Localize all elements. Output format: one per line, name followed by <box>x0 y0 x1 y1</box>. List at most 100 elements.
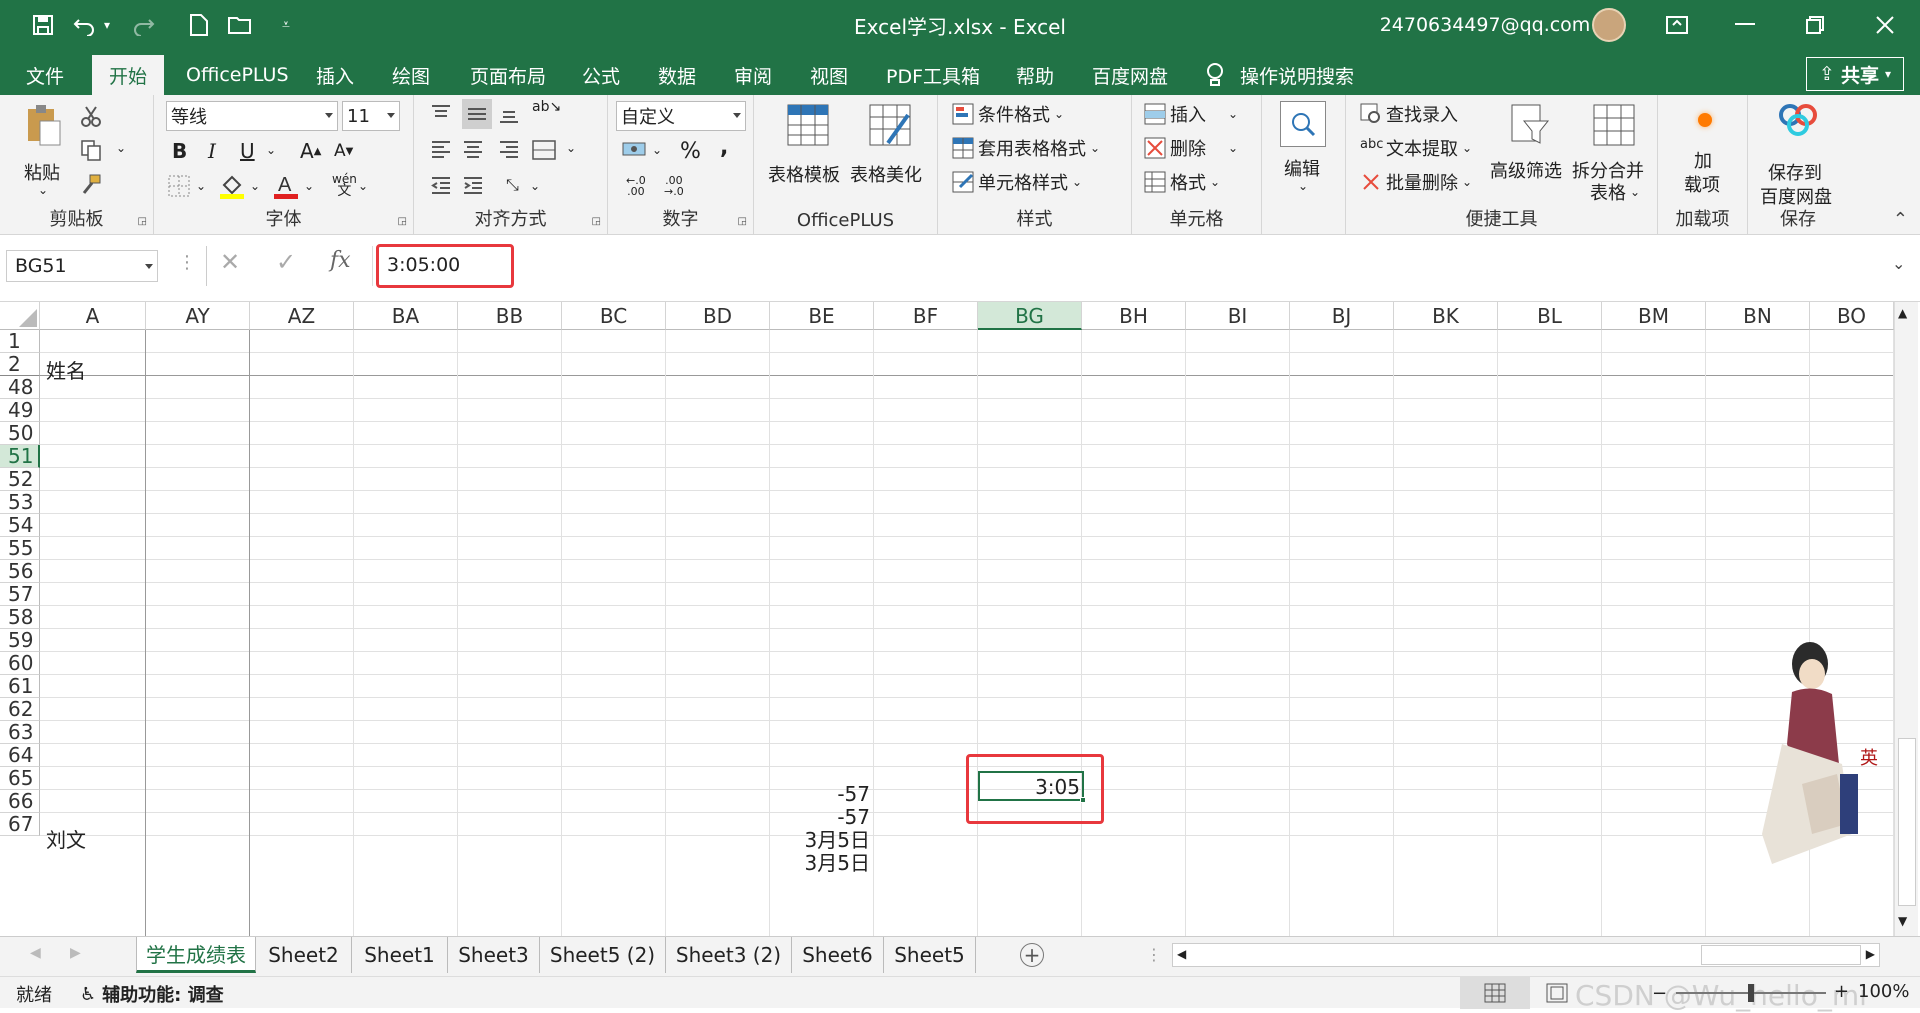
tab-home[interactable]: 开始 <box>92 55 164 95</box>
row-header-67[interactable]: 67 <box>0 813 40 836</box>
column-header-az[interactable]: AZ <box>250 302 354 330</box>
chevron-down-icon[interactable]: ⌄ <box>652 143 662 157</box>
row-header-55[interactable]: 55 <box>0 537 40 560</box>
number-format-select[interactable]: 自定义 <box>616 101 746 131</box>
fill-color-icon[interactable] <box>220 173 244 203</box>
dialog-launcher-icon[interactable]: ◲ <box>738 216 747 227</box>
table-beautify-button[interactable]: 表格美化 <box>850 103 930 186</box>
dialog-launcher-icon[interactable]: ◲ <box>398 216 407 227</box>
decrease-decimal-icon[interactable]: .00 →.0 <box>664 175 684 197</box>
row-header-59[interactable]: 59 <box>0 629 40 652</box>
underline-dropdown-icon[interactable]: ⌄ <box>266 143 276 157</box>
row-header-50[interactable]: 50 <box>0 422 40 445</box>
row-header-51[interactable]: 51 <box>0 445 40 468</box>
find-entry-button[interactable]: 查找录入 <box>1360 101 1458 127</box>
row-header-58[interactable]: 58 <box>0 606 40 629</box>
tab-data[interactable]: 数据 <box>644 57 710 93</box>
tab-review[interactable]: 审阅 <box>720 57 786 93</box>
font-name-select[interactable]: 等线 <box>166 101 338 131</box>
minimize-icon[interactable] <box>1730 10 1760 40</box>
column-header-bd[interactable]: BD <box>666 302 770 330</box>
column-header-bo[interactable]: BO <box>1810 302 1894 330</box>
sheet-tab-2[interactable]: Sheet2 <box>256 937 352 973</box>
undo-dropdown-icon[interactable]: ▾ <box>100 10 114 40</box>
increase-font-icon[interactable]: A ▲ <box>300 139 321 163</box>
tab-officeplus[interactable]: OfficePLUS <box>172 57 303 93</box>
zoom-slider[interactable] <box>1676 984 1826 1002</box>
tell-me-search[interactable]: 操作说明搜索 <box>1196 57 1368 93</box>
scroll-right-icon[interactable]: ▶ <box>1866 947 1875 961</box>
tab-splitter-icon[interactable]: ⋮ <box>1146 945 1162 964</box>
italic-button[interactable]: I <box>208 139 216 163</box>
undo-icon[interactable] <box>70 10 100 40</box>
conditional-format-button[interactable]: 条件格式 ⌄ <box>952 101 1064 127</box>
tab-baidu-netdisk[interactable]: 百度网盘 <box>1078 57 1182 93</box>
copy-dropdown-icon[interactable]: ⌄ <box>116 141 126 155</box>
expand-formula-icon[interactable]: ⌄ <box>1892 254 1905 273</box>
name-box[interactable]: BG51 <box>6 250 158 282</box>
table-template-button[interactable]: 表格模板 <box>768 103 848 186</box>
add-sheet-icon[interactable]: + <box>1020 943 1044 967</box>
wrap-text-icon[interactable] <box>532 139 556 165</box>
scroll-left-icon[interactable]: ◀ <box>1177 947 1186 961</box>
decrease-indent-icon[interactable] <box>430 175 452 201</box>
column-header-bc[interactable]: BC <box>562 302 666 330</box>
align-left-icon[interactable] <box>430 139 452 165</box>
restore-icon[interactable] <box>1800 10 1830 40</box>
copy-icon[interactable] <box>80 139 102 165</box>
tab-file[interactable]: 文件 <box>12 57 78 93</box>
borders-icon[interactable] <box>168 175 190 201</box>
column-header-bm[interactable]: BM <box>1602 302 1706 330</box>
save-icon[interactable] <box>28 10 58 40</box>
tab-formulas[interactable]: 公式 <box>568 57 634 93</box>
tab-pdf-tools[interactable]: PDF工具箱 <box>872 57 994 93</box>
sheet-tab-1[interactable]: 学生成绩表 <box>136 937 256 973</box>
decrease-font-icon[interactable]: A ▼ <box>334 141 353 161</box>
column-header-bk[interactable]: BK <box>1394 302 1498 330</box>
cell-a53[interactable]: 刘文 <box>46 827 86 854</box>
row-header-48[interactable]: 48 <box>0 376 40 399</box>
column-header-bj[interactable]: BJ <box>1290 302 1394 330</box>
chevron-down-icon[interactable]: ⌄ <box>250 179 260 193</box>
enter-icon[interactable]: ✓ <box>276 248 296 276</box>
row-header-53[interactable]: 53 <box>0 491 40 514</box>
cancel-icon[interactable]: ✕ <box>220 248 240 276</box>
column-header-bl[interactable]: BL <box>1498 302 1602 330</box>
row-header-66[interactable]: 66 <box>0 790 40 813</box>
zoom-out-icon[interactable]: − <box>1652 983 1667 1004</box>
row-header-65[interactable]: 65 <box>0 767 40 790</box>
scroll-thumb[interactable] <box>1898 738 1916 906</box>
vertical-scrollbar[interactable]: ▲ ▼ <box>1894 302 1918 936</box>
row-header-61[interactable]: 61 <box>0 675 40 698</box>
select-all-corner[interactable] <box>0 302 40 330</box>
zoom-level[interactable]: 100% <box>1858 981 1909 1002</box>
horizontal-scrollbar[interactable]: ◀ ▶ <box>1172 943 1880 967</box>
increase-decimal-icon[interactable]: ←.0.00 <box>626 175 646 197</box>
dialog-launcher-icon[interactable]: ◲ <box>138 216 147 227</box>
horizontal-scroll-thumb[interactable] <box>1701 945 1861 965</box>
share-button[interactable]: ⇪ 共享 ▾ <box>1806 57 1904 91</box>
open-folder-icon[interactable] <box>226 10 256 40</box>
cell-a2[interactable]: 姓名 <box>46 358 86 385</box>
bold-button[interactable]: B <box>172 139 187 163</box>
column-header-ba[interactable]: BA <box>354 302 458 330</box>
close-icon[interactable] <box>1870 10 1900 40</box>
cell-styles-button[interactable]: 单元格样式 ⌄ <box>952 169 1082 195</box>
cell-be54[interactable]: 3月5日 <box>770 850 870 877</box>
scroll-down-icon[interactable]: ▼ <box>1898 914 1907 928</box>
row-header-52[interactable]: 52 <box>0 468 40 491</box>
column-header-bn[interactable]: BN <box>1706 302 1810 330</box>
sheet-tab-7[interactable]: Sheet6 <box>792 937 884 973</box>
batch-delete-button[interactable]: 批量删除 ⌄ <box>1360 169 1472 195</box>
align-middle-icon[interactable] <box>462 99 492 129</box>
chevron-down-icon[interactable]: ⌄ <box>530 179 540 193</box>
scroll-up-icon[interactable]: ▲ <box>1898 306 1907 320</box>
row-header-2[interactable]: 2 <box>0 353 40 376</box>
sheet-tab-5[interactable]: Sheet5 (2) <box>540 937 666 973</box>
orientation-icon[interactable]: ab↘ <box>532 100 561 114</box>
insert-cells-button[interactable]: 插入 ⌄ <box>1144 101 1238 127</box>
row-header-56[interactable]: 56 <box>0 560 40 583</box>
row-header-54[interactable]: 54 <box>0 514 40 537</box>
dialog-launcher-icon[interactable]: ◲ <box>592 216 601 227</box>
advanced-filter-button[interactable]: 高级筛选 <box>1490 103 1572 183</box>
